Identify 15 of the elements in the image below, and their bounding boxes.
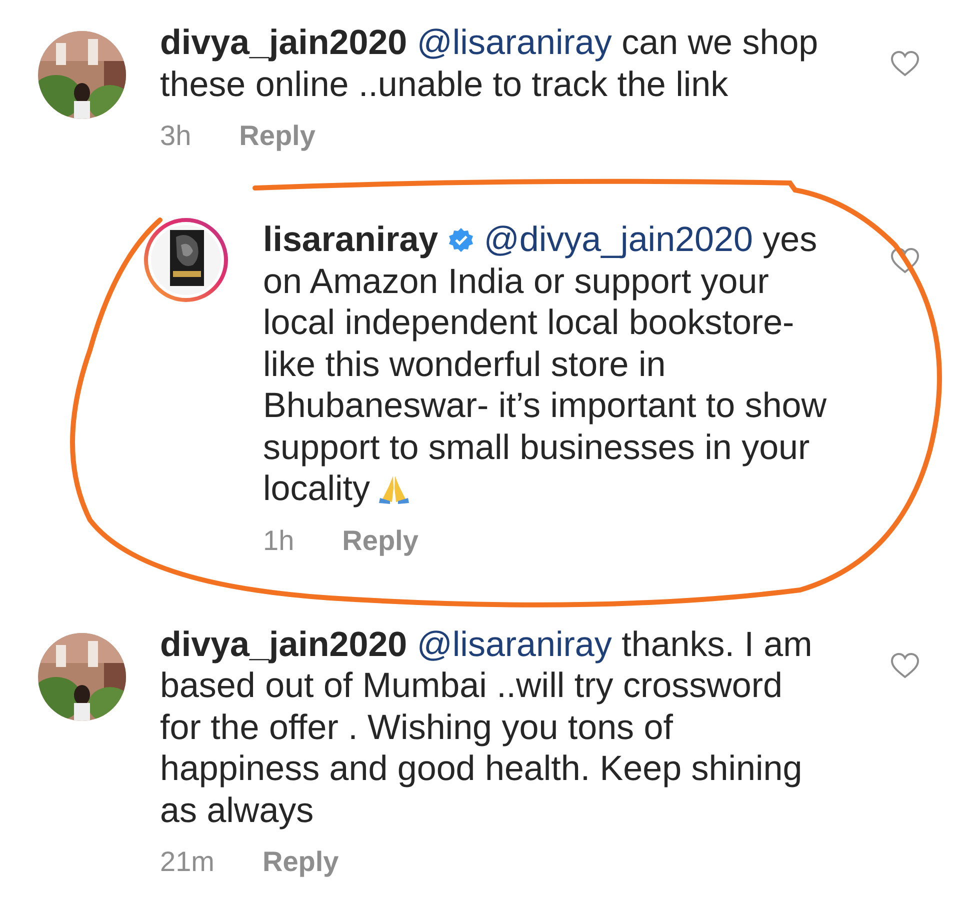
comment-text: lisaraniray @divya_jain2020 yes on Amazon India or support your local independent local bookstore- like this wonderful store in Bhubaneswar- it’s important to show support to small businesses in your locality (263, 219, 828, 510)
like-heart-icon[interactable] (890, 50, 920, 77)
comment-time: 21m (160, 846, 214, 878)
username-link[interactable]: lisaraniray (263, 220, 438, 259)
username-link[interactable]: divya_jain2020 (160, 624, 408, 664)
comment-text: divya_jain2020 @lisaraniray thanks. I am based out of Mumbai ..will try crossword for the offer . Wishing you tons of happiness and good health. Keep shining as always (160, 624, 814, 831)
mention-link[interactable]: @lisaraniray (416, 23, 612, 62)
like-heart-icon[interactable] (890, 652, 920, 678)
mention-link[interactable]: @divya_jain2020 (484, 220, 753, 259)
comment-time: 3h (160, 120, 192, 152)
mention-link[interactable]: @lisaraniray (416, 624, 612, 664)
comment-text: divya_jain2020 @lisaraniray can we shop these online ..unable to track the link (160, 22, 820, 105)
comment-time: 1h (263, 524, 294, 556)
username-link[interactable]: divya_jain2020 (160, 23, 408, 62)
like-heart-icon[interactable] (890, 247, 920, 274)
